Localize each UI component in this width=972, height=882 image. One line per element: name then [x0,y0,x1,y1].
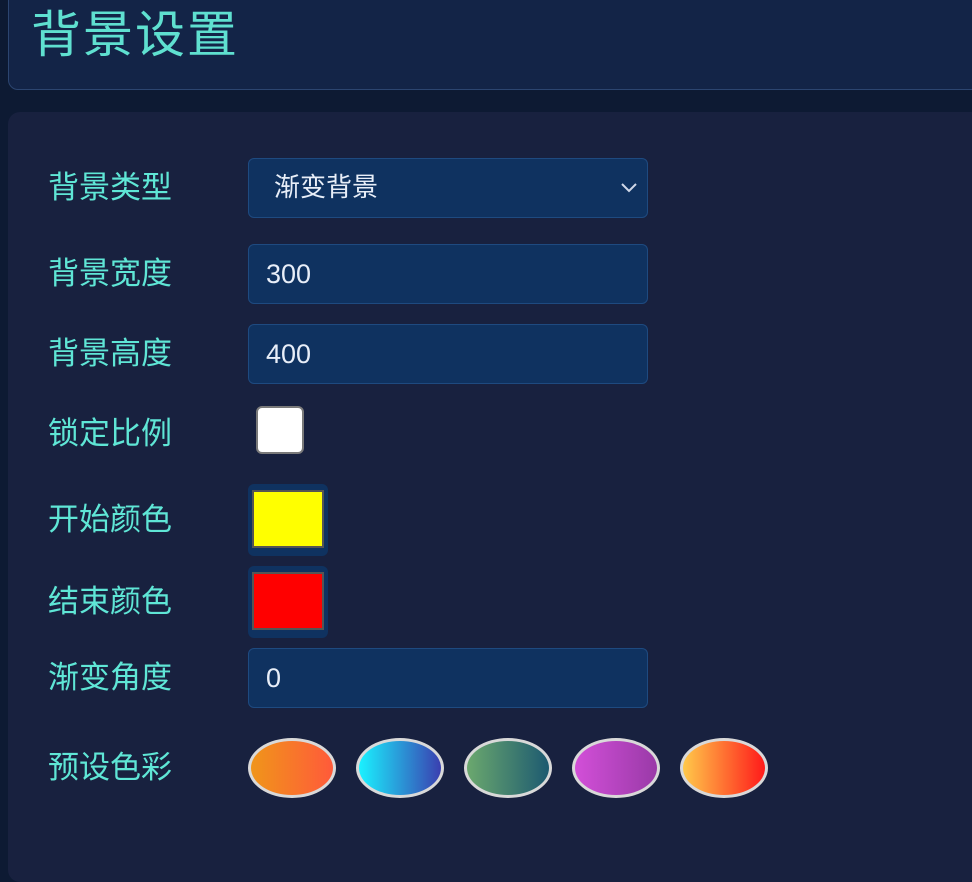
bg-type-label: 背景类型 [48,170,172,206]
bg-type-select[interactable]: 渐变背景 [248,158,648,218]
start-color-picker[interactable] [248,484,328,556]
orange-gradient-swatch[interactable] [248,738,336,798]
bg-width-label: 背景宽度 [48,256,172,292]
cyan-blue-gradient-swatch[interactable] [356,738,444,798]
presets-label: 预设色彩 [48,750,172,786]
lock-ratio-checkbox[interactable] [256,406,304,454]
bg-width-input[interactable]: 300 [248,244,648,304]
end-color-swatch [252,572,324,630]
page-title: 背景设置 [31,6,239,64]
bg-height-label: 背景高度 [48,336,172,372]
start-color-swatch [252,490,324,548]
end-color-label: 结束颜色 [48,584,172,620]
bg-height-input[interactable]: 400 [248,324,648,384]
magenta-purple-gradient-swatch[interactable] [572,738,660,798]
bg-type-value: 渐变背景 [274,173,379,203]
gradient-angle-label: 渐变角度 [48,660,172,696]
end-color-picker[interactable] [248,566,328,638]
start-color-label: 开始颜色 [48,502,172,538]
lock-ratio-label: 锁定比例 [48,416,172,452]
chevron-down-icon [621,183,637,193]
gradient-angle-input[interactable]: 0 [248,648,648,708]
yellow-red-gradient-swatch[interactable] [680,738,768,798]
green-teal-gradient-swatch[interactable] [464,738,552,798]
header-bar: 背景设置 [8,0,972,90]
